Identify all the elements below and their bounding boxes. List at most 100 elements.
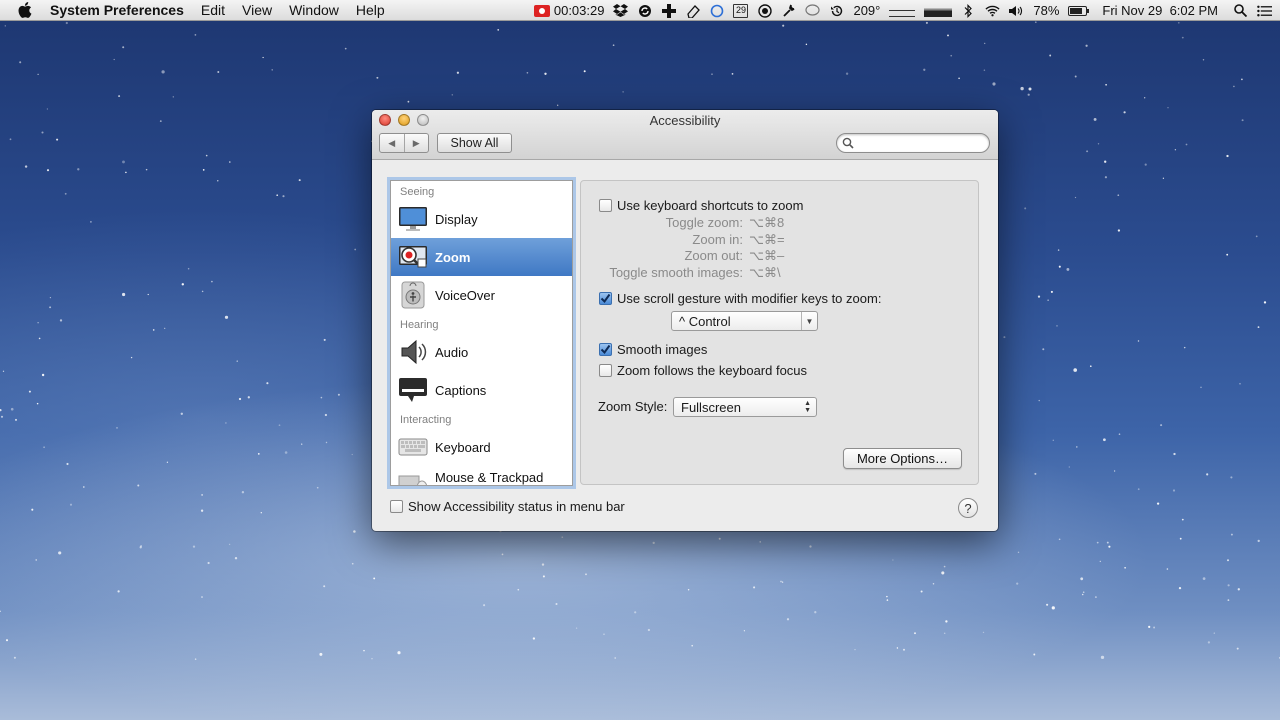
shortcut-label: Toggle smooth images: xyxy=(609,264,743,280)
more-options-button[interactable]: More Options… xyxy=(843,448,962,469)
activity-graph-icon[interactable] xyxy=(924,4,953,17)
sidebar-item-label: Mouse & Trackpad xyxy=(435,470,544,485)
record-icon xyxy=(533,4,550,17)
section-header-seeing: Seeing xyxy=(400,186,435,198)
follow-focus-checkbox[interactable] xyxy=(599,364,612,377)
search-field[interactable] xyxy=(836,133,990,153)
follow-focus-option[interactable]: Zoom follows the keyboard focus xyxy=(599,363,807,378)
sidebar-item-label: Audio xyxy=(435,344,469,360)
show-all-button[interactable]: Show All xyxy=(437,133,512,153)
sidebar-item-label: VoiceOver xyxy=(435,287,495,303)
shortcut-zoom-out: Zoom out: ⌥⌘– xyxy=(581,248,795,265)
shortcut-label: Toggle zoom: xyxy=(665,215,743,230)
voiceover-icon xyxy=(397,280,429,310)
wifi-icon[interactable] xyxy=(985,4,1000,18)
smooth-images-option[interactable]: Smooth images xyxy=(599,342,707,357)
shortcut-label: Zoom out: xyxy=(684,248,743,264)
shortcut-toggle-zoom: Toggle zoom: ⌥⌘8 xyxy=(581,215,795,232)
zoom-style-label: Zoom Style: xyxy=(598,399,668,414)
forward-arrow-icon[interactable]: ▶ xyxy=(403,134,429,152)
dropbox-icon[interactable] xyxy=(613,4,629,18)
follow-focus-label: Zoom follows the keyboard focus xyxy=(617,363,808,378)
bluetooth-icon[interactable] xyxy=(961,3,976,18)
smooth-images-label: Smooth images xyxy=(617,342,708,357)
menu-help[interactable]: Help xyxy=(356,2,385,18)
record-button-icon[interactable] xyxy=(757,3,772,18)
apple-menu-icon[interactable] xyxy=(18,2,38,18)
time-machine-icon[interactable] xyxy=(829,4,844,18)
cpu-meter-icon[interactable] xyxy=(889,5,916,17)
sidebar-item-label: Keyboard xyxy=(435,439,491,455)
speaker-icon xyxy=(397,337,429,367)
keyboard-icon xyxy=(397,432,429,462)
modifier-key-value: ^ Control xyxy=(679,313,731,329)
menu-bar-status-label: Show Accessibility status in menu bar xyxy=(408,499,625,514)
updown-arrows-icon: ▲ ▼ xyxy=(804,400,811,414)
section-header-hearing: Hearing xyxy=(400,319,439,331)
menu-bar-status-checkbox[interactable] xyxy=(390,500,403,513)
sidebar-item-label: Captions xyxy=(435,382,487,398)
status-menus: 00:03:29 29 209° 78% Fri Nov 29 6:02 PM xyxy=(533,0,1272,21)
search-icon xyxy=(842,137,854,149)
keyboard-shortcuts-checkbox[interactable] xyxy=(599,199,612,212)
sidebar-item-voiceover[interactable]: VoiceOver xyxy=(391,276,572,314)
shortcut-keys: ⌥⌘= xyxy=(749,231,785,247)
sidebar-item-display[interactable]: Display xyxy=(391,200,572,238)
sidebar-item-mouse-trackpad[interactable]: Mouse & Trackpad xyxy=(391,466,572,485)
shortcut-label: Zoom in: xyxy=(692,231,743,247)
battery-icon[interactable] xyxy=(1068,5,1090,16)
back-forward-control: ◀ ▶ xyxy=(379,133,429,153)
captions-icon xyxy=(397,375,429,405)
shortcut-keys: ⌥⌘– xyxy=(749,248,785,264)
search-input[interactable] xyxy=(857,136,983,150)
help-button[interactable]: ? xyxy=(958,498,978,518)
screen-recording-indicator[interactable]: 00:03:29 xyxy=(533,3,605,18)
zoom-style-popup[interactable]: Fullscreen ▲ ▼ xyxy=(673,397,817,417)
menu-view[interactable]: View xyxy=(242,2,272,18)
checkmark-icon xyxy=(600,344,611,355)
window-title: Accessibility xyxy=(649,113,721,128)
display-icon xyxy=(397,204,429,234)
sync-icon[interactable] xyxy=(637,4,652,18)
shortcut-keys: ⌥⌘8 xyxy=(749,215,785,230)
sidebar-item-keyboard[interactable]: Keyboard xyxy=(391,428,572,466)
shortcut-list: Toggle zoom: ⌥⌘8 Zoom in: ⌥⌘= Zoom out: … xyxy=(581,215,795,281)
shortcut-keys: ⌥⌘\ xyxy=(749,264,781,280)
clock[interactable]: Fri Nov 29 6:02 PM xyxy=(1102,3,1218,18)
zoom-style-value: Fullscreen xyxy=(681,399,741,415)
wrench-icon[interactable] xyxy=(781,4,796,18)
section-header-interacting: Interacting xyxy=(400,414,452,426)
shortcut-zoom-in: Zoom in: ⌥⌘= xyxy=(581,232,795,249)
sidebar-item-captions[interactable]: Captions xyxy=(391,371,572,409)
menu-bar-status-option[interactable]: Show Accessibility status in menu bar xyxy=(390,499,625,514)
shortcut-toggle-smooth: Toggle smooth images: ⌥⌘\ xyxy=(581,265,795,282)
sidebar-item-audio[interactable]: Audio xyxy=(391,333,572,371)
smooth-images-checkbox[interactable] xyxy=(599,343,612,356)
volume-icon[interactable] xyxy=(1009,4,1024,18)
chat-bubble-icon[interactable] xyxy=(805,4,821,18)
zoom-icon xyxy=(397,242,429,272)
sidebar-item-zoom[interactable]: Zoom xyxy=(391,238,572,276)
menu-window[interactable]: Window xyxy=(289,2,339,18)
plus-cross-icon[interactable] xyxy=(661,3,676,18)
mouse-icon xyxy=(397,470,429,485)
menu-edit[interactable]: Edit xyxy=(201,2,225,18)
calendar-icon[interactable]: 29 xyxy=(733,3,749,18)
temperature-readout[interactable]: 209° xyxy=(853,3,880,18)
modifier-key-popup[interactable]: ^ Control ▼ xyxy=(671,311,818,331)
recording-time: 00:03:29 xyxy=(553,3,605,18)
scroll-gesture-option[interactable]: Use scroll gesture with modifier keys to… xyxy=(599,291,881,306)
scroll-gesture-checkbox[interactable] xyxy=(599,292,612,305)
sidebar-item-label: Display xyxy=(435,211,478,227)
menu-app-name[interactable]: System Preferences xyxy=(50,2,184,18)
spotlight-icon[interactable] xyxy=(1233,4,1248,18)
blue-circle-icon[interactable] xyxy=(709,4,724,18)
back-arrow-icon[interactable]: ◀ xyxy=(380,134,404,152)
keyboard-shortcuts-option[interactable]: Use keyboard shortcuts to zoom xyxy=(599,198,803,213)
scroll-gesture-label: Use scroll gesture with modifier keys to… xyxy=(617,291,882,306)
keyboard-shortcuts-label: Use keyboard shortcuts to zoom xyxy=(617,198,804,213)
eraser-icon[interactable] xyxy=(685,4,700,18)
notification-center-icon[interactable] xyxy=(1257,4,1272,18)
category-list[interactable]: Seeing Display Zoom VoiceOver Hearing Au xyxy=(390,180,573,486)
battery-percent[interactable]: 78% xyxy=(1033,3,1059,18)
